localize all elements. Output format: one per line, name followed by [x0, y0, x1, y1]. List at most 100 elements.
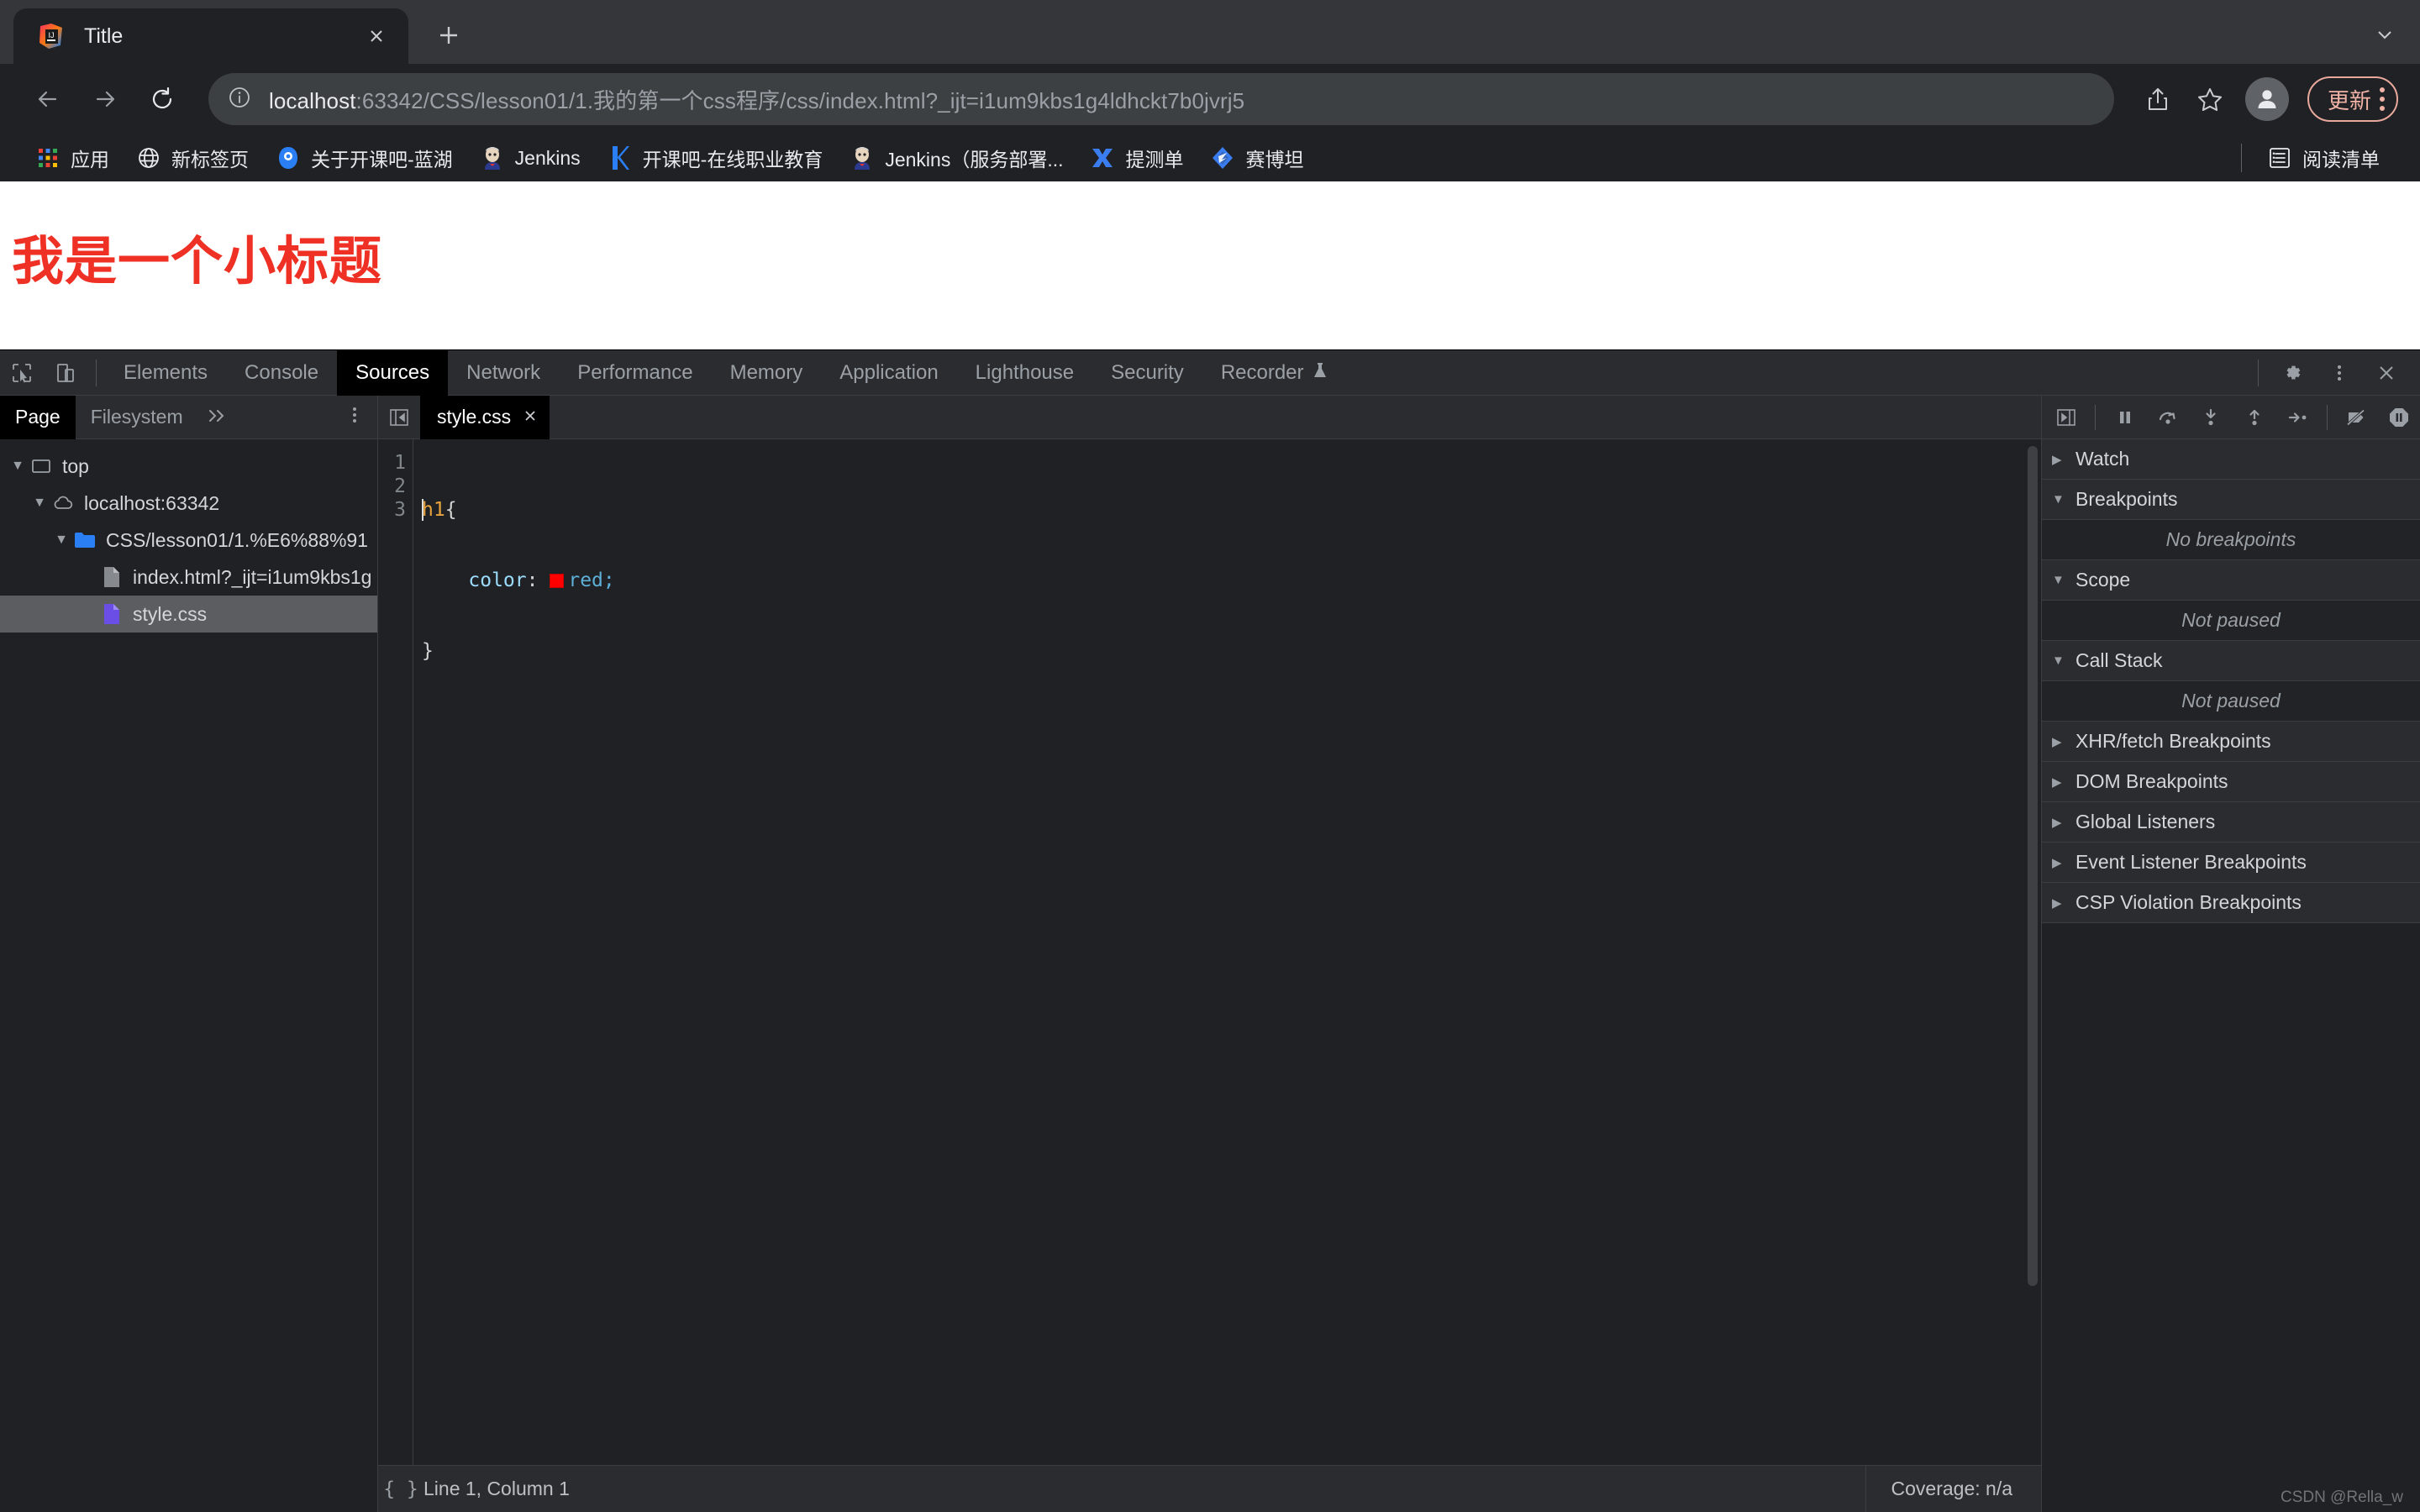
- divider: [2326, 404, 2328, 430]
- bookmark-cybertron[interactable]: 赛博坦: [1197, 139, 1317, 176]
- section-scope[interactable]: ▼ Scope: [2042, 560, 2420, 601]
- section-dom-breakpoints[interactable]: ▶ DOM Breakpoints: [2042, 762, 2420, 802]
- address-bar-url: localhost:63342/CSS/lesson01/1.我的第一个css程…: [269, 84, 1244, 115]
- breakpoints-empty-message: No breakpoints: [2042, 520, 2420, 560]
- section-global-listeners[interactable]: ▶ Global Listeners: [2042, 802, 2420, 843]
- gear-icon[interactable]: [2270, 353, 2314, 393]
- step-icon[interactable]: [2276, 397, 2317, 438]
- experiment-flask-icon: [1313, 361, 1328, 385]
- device-toolbar-icon[interactable]: [44, 353, 87, 393]
- apps-grid-icon: [35, 145, 60, 171]
- star-icon[interactable]: [2186, 76, 2233, 123]
- chevron-down-icon[interactable]: ▼: [7, 459, 29, 474]
- forward-arrow-icon[interactable]: [79, 73, 131, 125]
- tree-item-index-html[interactable]: index.html?_ijt=i1um9kbs1g: [0, 559, 377, 596]
- bookmark-new-tab-page[interactable]: 新标签页: [123, 139, 262, 176]
- tab-elements[interactable]: Elements: [105, 350, 226, 396]
- step-out-icon[interactable]: [2233, 397, 2275, 438]
- info-circle-icon[interactable]: [227, 85, 255, 113]
- bookmark-label: 关于开课吧-蓝湖: [311, 149, 453, 171]
- inspect-cursor-icon[interactable]: [0, 353, 44, 393]
- step-into-icon[interactable]: [2191, 397, 2232, 438]
- bookmark-jenkins[interactable]: Jenkins: [466, 139, 594, 176]
- section-breakpoints[interactable]: ▼ Breakpoints: [2042, 480, 2420, 520]
- double-chevron-right-icon[interactable]: [198, 407, 235, 428]
- navigator-tab-bar: Page Filesystem: [0, 395, 377, 439]
- tab-security[interactable]: Security: [1092, 350, 1202, 396]
- section-xhr-fetch-breakpoints[interactable]: ▶ XHR/fetch Breakpoints: [2042, 722, 2420, 762]
- browser-tab[interactable]: IJ Title: [13, 8, 408, 64]
- jenkins-icon: [850, 145, 875, 171]
- chevron-right-icon: ▶: [2052, 815, 2062, 830]
- url-host: localhost: [269, 87, 356, 113]
- bookmark-apps[interactable]: 应用: [22, 139, 123, 176]
- bookmark-label: 新标签页: [171, 149, 249, 171]
- tab-console[interactable]: Console: [226, 350, 337, 396]
- reading-list-button[interactable]: 阅读清单: [2254, 139, 2393, 176]
- section-watch[interactable]: ▶ Watch: [2042, 439, 2420, 480]
- chevron-down-icon[interactable]: [2373, 23, 2396, 52]
- color-swatch[interactable]: [550, 574, 565, 588]
- back-arrow-icon[interactable]: [22, 73, 74, 125]
- chevron-down-icon: ▼: [2052, 654, 2065, 668]
- coverage-status[interactable]: Coverage: n/a: [1865, 1465, 2041, 1512]
- close-icon[interactable]: [360, 19, 393, 53]
- globe-icon: [136, 145, 161, 171]
- curly-braces-icon[interactable]: { }: [378, 1478, 424, 1500]
- resume-pause-icon[interactable]: [2104, 397, 2145, 438]
- address-bar[interactable]: localhost:63342/CSS/lesson01/1.我的第一个css程…: [208, 73, 2114, 125]
- close-icon[interactable]: [2365, 353, 2408, 393]
- tree-item-origin[interactable]: ▼ localhost:63342: [0, 485, 377, 522]
- deactivate-breakpoints-icon[interactable]: [2336, 397, 2377, 438]
- navigator-more-button[interactable]: [345, 405, 377, 429]
- jenkins-icon: [480, 145, 505, 171]
- update-button[interactable]: 更新: [2307, 76, 2398, 122]
- tab-title: Title: [84, 24, 124, 48]
- tab-performance[interactable]: Performance: [559, 350, 711, 396]
- code-line-1: h1{: [422, 498, 2041, 522]
- code-editor-area[interactable]: 1 2 3 h1{ color: red; }: [378, 439, 2041, 1465]
- chevron-down-icon[interactable]: ▼: [29, 496, 50, 511]
- kebab-menu-icon[interactable]: [2317, 353, 2361, 393]
- tab-application[interactable]: Application: [821, 350, 956, 396]
- tab-recorder[interactable]: Recorder: [1202, 350, 1346, 396]
- tab-sources[interactable]: Sources: [337, 349, 449, 396]
- code-content[interactable]: h1{ color: red; }: [413, 439, 2041, 1465]
- bookmark-ticeidan[interactable]: 提测单: [1076, 139, 1197, 176]
- section-call-stack[interactable]: ▼ Call Stack: [2042, 641, 2420, 681]
- chevron-right-icon: ▶: [2052, 452, 2062, 467]
- close-icon[interactable]: [523, 407, 538, 428]
- navigator-tab-filesystem[interactable]: Filesystem: [76, 396, 198, 439]
- editor-tab-style-css[interactable]: style.css: [420, 395, 550, 439]
- editor-scrollbar[interactable]: [2028, 446, 2038, 1286]
- section-event-listener-breakpoints[interactable]: ▶ Event Listener Breakpoints: [2042, 843, 2420, 883]
- kebab-menu-icon[interactable]: [2380, 87, 2385, 111]
- collapse-sidebar-icon[interactable]: [378, 396, 420, 439]
- chevron-down-icon[interactable]: ▼: [50, 533, 72, 548]
- bookmark-kaikeba[interactable]: 开课吧-在线职业教育: [594, 139, 837, 176]
- line-number: 2: [394, 475, 406, 497]
- page-title: 我是一个小标题: [12, 233, 383, 291]
- bookmark-label: 赛博坦: [1245, 149, 1304, 171]
- debugger-sections: ▶ Watch ▼ Breakpoints No breakpoints ▼ Scop…: [2042, 439, 2420, 1512]
- avatar[interactable]: [2244, 77, 2289, 121]
- reload-icon[interactable]: [136, 73, 188, 125]
- bookmark-lanhu[interactable]: 关于开课吧-蓝湖: [262, 139, 466, 176]
- share-icon[interactable]: [2134, 76, 2181, 123]
- css-open-brace: {: [445, 499, 457, 521]
- step-over-icon[interactable]: [2147, 397, 2188, 438]
- tab-lighthouse[interactable]: Lighthouse: [957, 350, 1092, 396]
- tree-item-style-css[interactable]: style.css: [0, 596, 377, 633]
- navigator-tab-page[interactable]: Page: [0, 395, 76, 439]
- tree-item-folder[interactable]: ▼ CSS/lesson01/1.%E6%88%91: [0, 522, 377, 559]
- pause-on-exceptions-icon[interactable]: [2379, 397, 2420, 438]
- section-csp-violation-breakpoints[interactable]: ▶ CSP Violation Breakpoints: [2042, 883, 2420, 923]
- tab-memory[interactable]: Memory: [712, 350, 822, 396]
- divider: [2258, 359, 2259, 386]
- expand-sidebar-icon[interactable]: [2045, 397, 2086, 438]
- bookmark-jenkins-deploy[interactable]: Jenkins（服务部署...: [836, 139, 1076, 176]
- tab-network[interactable]: Network: [448, 350, 559, 396]
- tree-item-top[interactable]: ▼ top: [0, 448, 377, 485]
- new-tab-button[interactable]: [425, 12, 472, 59]
- svg-text:IJ: IJ: [48, 31, 54, 39]
